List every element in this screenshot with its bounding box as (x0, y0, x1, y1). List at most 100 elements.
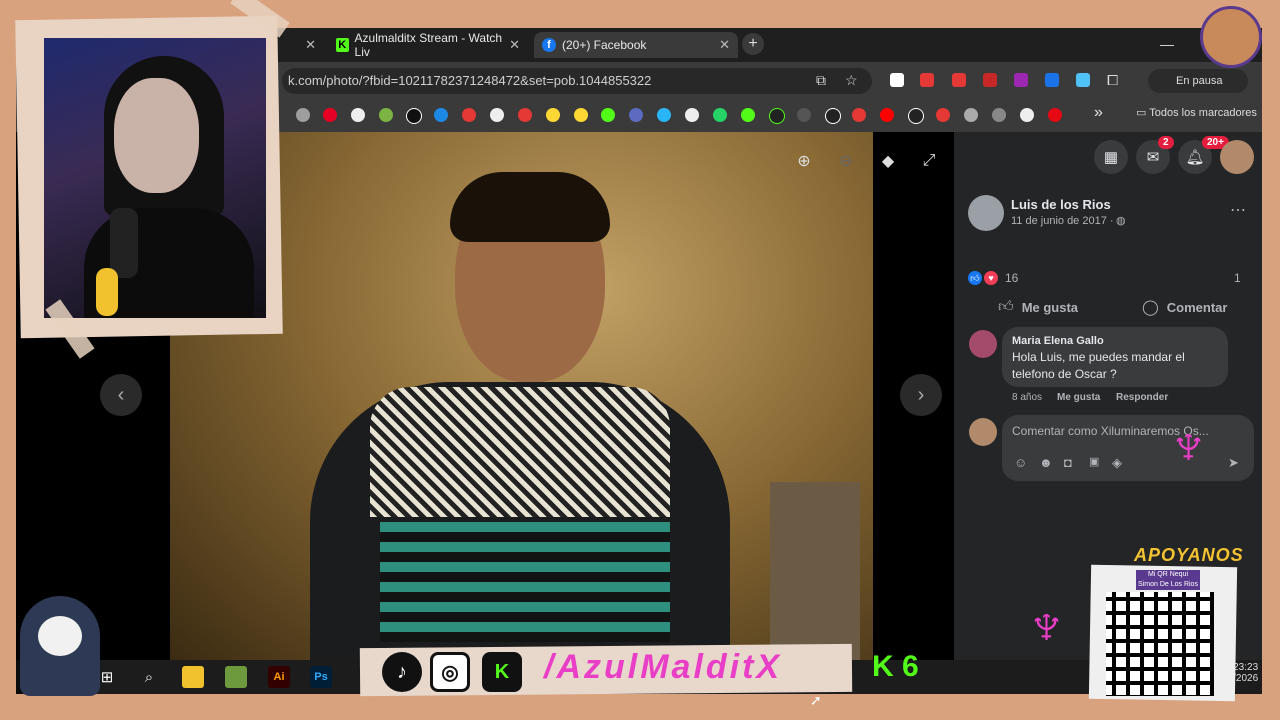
zoom-out-icon[interactable]: ⊖ (831, 146, 861, 176)
messenger-badge: 2 (1158, 136, 1174, 149)
app-icon[interactable] (225, 666, 247, 688)
comment-age[interactable]: 8 años (1012, 392, 1042, 403)
facebook-icon: f (542, 38, 556, 52)
adblock-icon[interactable] (983, 73, 997, 87)
gif-icon[interactable]: ▣ (1089, 455, 1099, 468)
tab-title: (20+) Facebook (562, 38, 647, 52)
extension-icon[interactable] (890, 73, 904, 87)
avatar-sticker-icon[interactable]: ☺ (1014, 455, 1027, 470)
comment-text-line1: Hola Luis, me puedes mandar el (1012, 350, 1185, 364)
photoshop-icon[interactable]: Ps (310, 666, 332, 688)
devil-mascot-logo (1200, 6, 1262, 68)
menu-grid-icon[interactable]: ▦ (1094, 140, 1128, 174)
folder-icon: ▭ (1136, 107, 1147, 119)
youtube-icon[interactable] (880, 108, 894, 122)
bookmark-icon[interactable] (797, 108, 811, 122)
close-icon[interactable]: ✕ (719, 37, 730, 53)
profile-pause-button[interactable]: En pausa (1148, 69, 1248, 93)
bookmark-icon[interactable] (964, 108, 978, 122)
microphone-icon (110, 208, 138, 278)
comment-text-line2: telefono de Oscar ? (1012, 367, 1117, 381)
comment-like-link[interactable]: Me gusta (1057, 392, 1100, 403)
bookmark-icon[interactable] (490, 108, 504, 122)
extension-icon[interactable] (920, 73, 934, 87)
more-options-icon[interactable]: ⋯ (1230, 200, 1246, 220)
browser-tab-kick[interactable]: K Azulmalditx Stream - Watch Liv ✕ (328, 31, 528, 59)
devil-doodle-icon: ♆ (1024, 591, 1069, 658)
post-date[interactable]: 11 de junio de 2017 · (1011, 215, 1114, 227)
bookmark-icon[interactable] (769, 108, 785, 124)
reaction-count[interactable]: 16 (1005, 271, 1018, 285)
file-explorer-icon[interactable] (182, 666, 204, 688)
extension-icon[interactable] (952, 73, 966, 87)
pinterest-icon[interactable] (323, 108, 337, 122)
bookmark-icon[interactable] (657, 108, 671, 122)
close-icon[interactable]: ✕ (305, 37, 316, 53)
bookmark-icon[interactable] (936, 108, 950, 122)
minimize-icon[interactable]: — (1160, 36, 1174, 52)
author-avatar[interactable] (968, 195, 1004, 231)
sticker-icon[interactable]: ◈ (1112, 455, 1122, 471)
photo-person-hair (450, 172, 610, 242)
search-icon[interactable]: ⌕ (138, 666, 160, 688)
kick-icon[interactable] (741, 108, 755, 122)
previous-photo-button[interactable]: ‹ (100, 374, 142, 416)
browser-tab-facebook[interactable]: f (20+) Facebook ✕ (534, 32, 738, 58)
tiktok-icon: ♪ (382, 652, 422, 692)
fullscreen-icon[interactable]: ⤢ (914, 146, 944, 176)
netflix-icon[interactable] (1048, 108, 1062, 122)
bookmark-icon[interactable] (1020, 108, 1034, 122)
bookmark-icon[interactable] (462, 108, 476, 122)
bookmark-icon[interactable] (685, 108, 699, 122)
bookmark-icon[interactable] (296, 108, 310, 122)
like-reaction-icon: 👍︎ (968, 271, 982, 285)
bookmarks-overflow-icon[interactable]: » (1094, 104, 1103, 122)
channel-handle: /AzulMalditX (544, 648, 783, 686)
comment-button[interactable]: ◯ Comentar (1142, 298, 1227, 316)
close-icon[interactable]: ✕ (509, 37, 520, 53)
nequi-qr-code (1106, 592, 1214, 696)
bookmark-icon[interactable] (629, 108, 643, 122)
bookmarks-folder[interactable]: ▭ Todos los marcadores (1136, 106, 1257, 119)
bookmark-icon[interactable] (574, 108, 588, 122)
commenter-avatar[interactable] (969, 330, 997, 358)
whatsapp-icon[interactable] (713, 108, 727, 122)
extension-icon[interactable] (1076, 73, 1090, 87)
translate-icon[interactable] (1045, 73, 1059, 87)
instagram-icon: ◎ (430, 652, 470, 692)
bookmark-icon[interactable] (379, 108, 393, 122)
bookmark-icon[interactable] (601, 108, 615, 122)
illustrator-icon[interactable]: Ai (268, 666, 290, 688)
like-button[interactable]: 👍︎ Me gusta (998, 298, 1078, 316)
extension-icon[interactable] (1014, 73, 1028, 87)
bookmark-icon[interactable] (852, 108, 866, 122)
comment-author[interactable]: Maria Elena Gallo (1012, 335, 1104, 347)
comment-reply-link[interactable]: Responder (1116, 392, 1168, 403)
bookmark-icon[interactable] (825, 108, 841, 124)
zoom-in-icon[interactable]: ⊕ (789, 146, 819, 176)
paper-frame-right (1262, 0, 1280, 720)
profile-avatar[interactable] (1220, 140, 1254, 174)
install-app-icon[interactable]: ⧉ (816, 72, 826, 89)
emoji-icon[interactable]: ☻ (1039, 455, 1053, 470)
post-author[interactable]: Luis de los Rios (1011, 197, 1111, 212)
bookmark-icon[interactable] (406, 108, 422, 124)
bookmark-icon[interactable] (546, 108, 560, 122)
address-bar[interactable]: k.com/photo/?fbid=10211782371248472&set=… (282, 68, 872, 94)
extensions-puzzle-icon[interactable]: ⧠ (1107, 72, 1118, 89)
bookmark-icon[interactable] (518, 108, 532, 122)
comment-count[interactable]: 1 (1234, 271, 1241, 285)
new-tab-button[interactable]: + (742, 33, 764, 55)
bookmark-icon[interactable] (434, 108, 448, 122)
qr-caption: Mi QR Nequi Simon De Los Rios (1136, 570, 1200, 590)
bookmark-icon[interactable] (992, 108, 1006, 122)
speech-bubble-icon: ◯ (1142, 299, 1159, 316)
thumbs-up-icon: 👍︎ (998, 298, 1014, 315)
bookmark-star-icon[interactable]: ☆ (845, 72, 858, 89)
camera-icon[interactable]: ◘ (1064, 455, 1072, 470)
send-icon[interactable]: ➤ (1228, 455, 1239, 471)
bookmark-icon[interactable] (908, 108, 924, 124)
tag-icon[interactable]: ◆ (873, 146, 903, 176)
next-photo-button[interactable]: › (900, 374, 942, 416)
bookmark-icon[interactable] (351, 108, 365, 122)
